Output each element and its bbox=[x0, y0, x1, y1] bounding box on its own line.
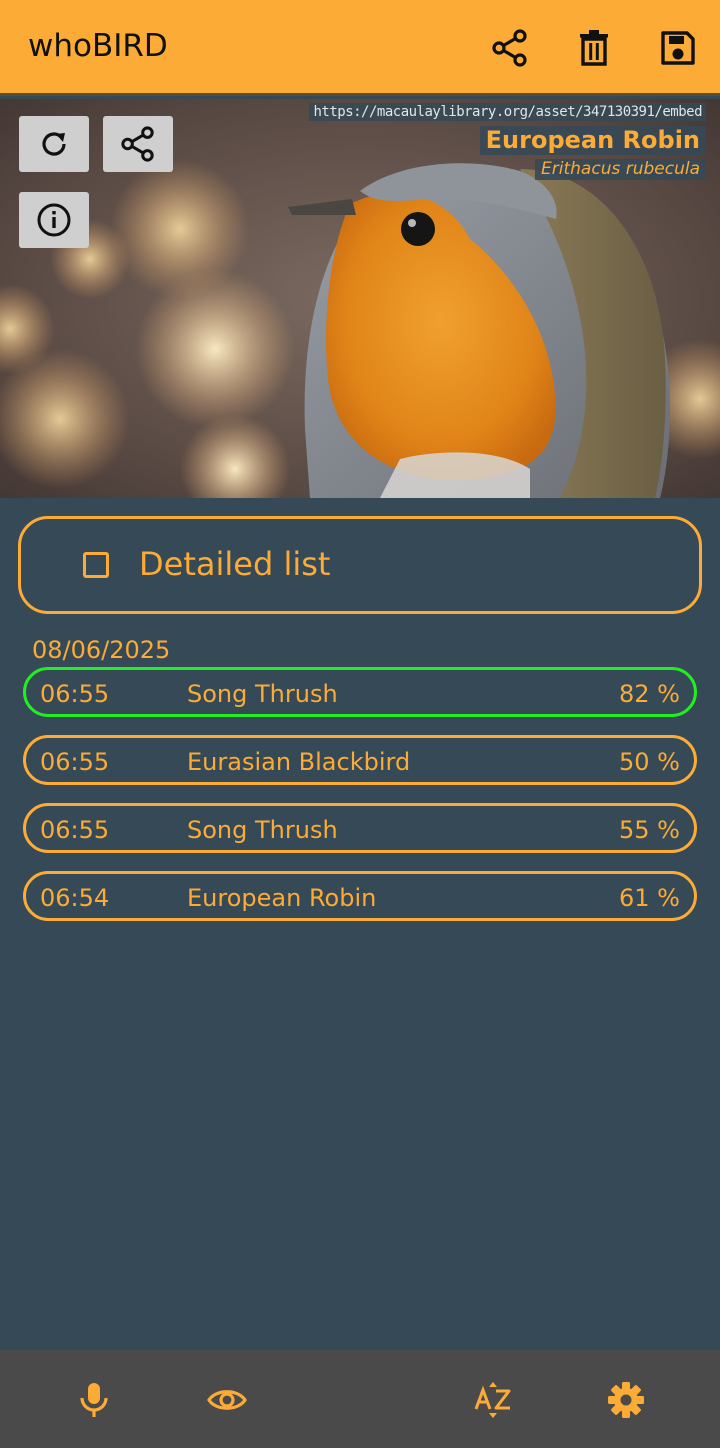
detailed-list-toggle[interactable]: Detailed list bbox=[18, 516, 702, 614]
sort-az-icon[interactable] bbox=[471, 1378, 515, 1422]
app-bar: whoBIRD bbox=[0, 0, 720, 96]
detection-confidence: 50 % bbox=[619, 748, 680, 776]
detection-row[interactable]: 06:54 European Robin 61 % bbox=[23, 871, 697, 921]
image-source-url[interactable]: https://macaulaylibrary.org/asset/347130… bbox=[309, 103, 706, 121]
detection-time: 06:55 bbox=[40, 748, 110, 776]
share-icon[interactable] bbox=[491, 28, 529, 68]
image-latin-name: Erithacus rubecula bbox=[535, 159, 706, 180]
image-species-name: European Robin bbox=[479, 126, 706, 155]
bird-image-panel: https://macaulaylibrary.org/asset/347130… bbox=[0, 99, 720, 498]
detection-row[interactable]: 06:55 Eurasian Blackbird 50 % bbox=[23, 735, 697, 785]
date-header: 08/06/2025 bbox=[32, 636, 171, 664]
detection-confidence: 61 % bbox=[619, 884, 680, 912]
detection-species: Song Thrush bbox=[187, 680, 338, 708]
detection-time: 06:55 bbox=[40, 680, 110, 708]
info-button[interactable] bbox=[19, 192, 89, 248]
microphone-icon[interactable] bbox=[72, 1378, 116, 1422]
detection-time: 06:54 bbox=[40, 884, 110, 912]
trash-icon[interactable] bbox=[575, 28, 613, 68]
detection-species: Eurasian Blackbird bbox=[187, 748, 411, 776]
refresh-icon bbox=[42, 132, 66, 156]
detection-species: Song Thrush bbox=[187, 816, 338, 844]
app-title: whoBIRD bbox=[28, 28, 168, 64]
detection-confidence: 55 % bbox=[619, 816, 680, 844]
share-icon bbox=[121, 126, 154, 162]
info-icon bbox=[37, 203, 71, 237]
save-icon[interactable] bbox=[659, 28, 697, 68]
detection-row[interactable]: 06:55 Song Thrush 55 % bbox=[23, 803, 697, 853]
detection-time: 06:55 bbox=[40, 816, 110, 844]
detection-species: European Robin bbox=[187, 884, 377, 912]
share-image-button[interactable] bbox=[103, 116, 173, 172]
detection-confidence: 82 % bbox=[619, 680, 680, 708]
bottom-navigation bbox=[0, 1350, 720, 1448]
detailed-list-checkbox[interactable] bbox=[83, 552, 109, 578]
detection-row[interactable]: 06:55 Song Thrush 82 % bbox=[23, 667, 697, 717]
refresh-button[interactable] bbox=[19, 116, 89, 172]
detailed-list-label: Detailed list bbox=[139, 545, 331, 583]
settings-icon[interactable] bbox=[604, 1378, 648, 1422]
eye-icon[interactable] bbox=[205, 1378, 249, 1422]
